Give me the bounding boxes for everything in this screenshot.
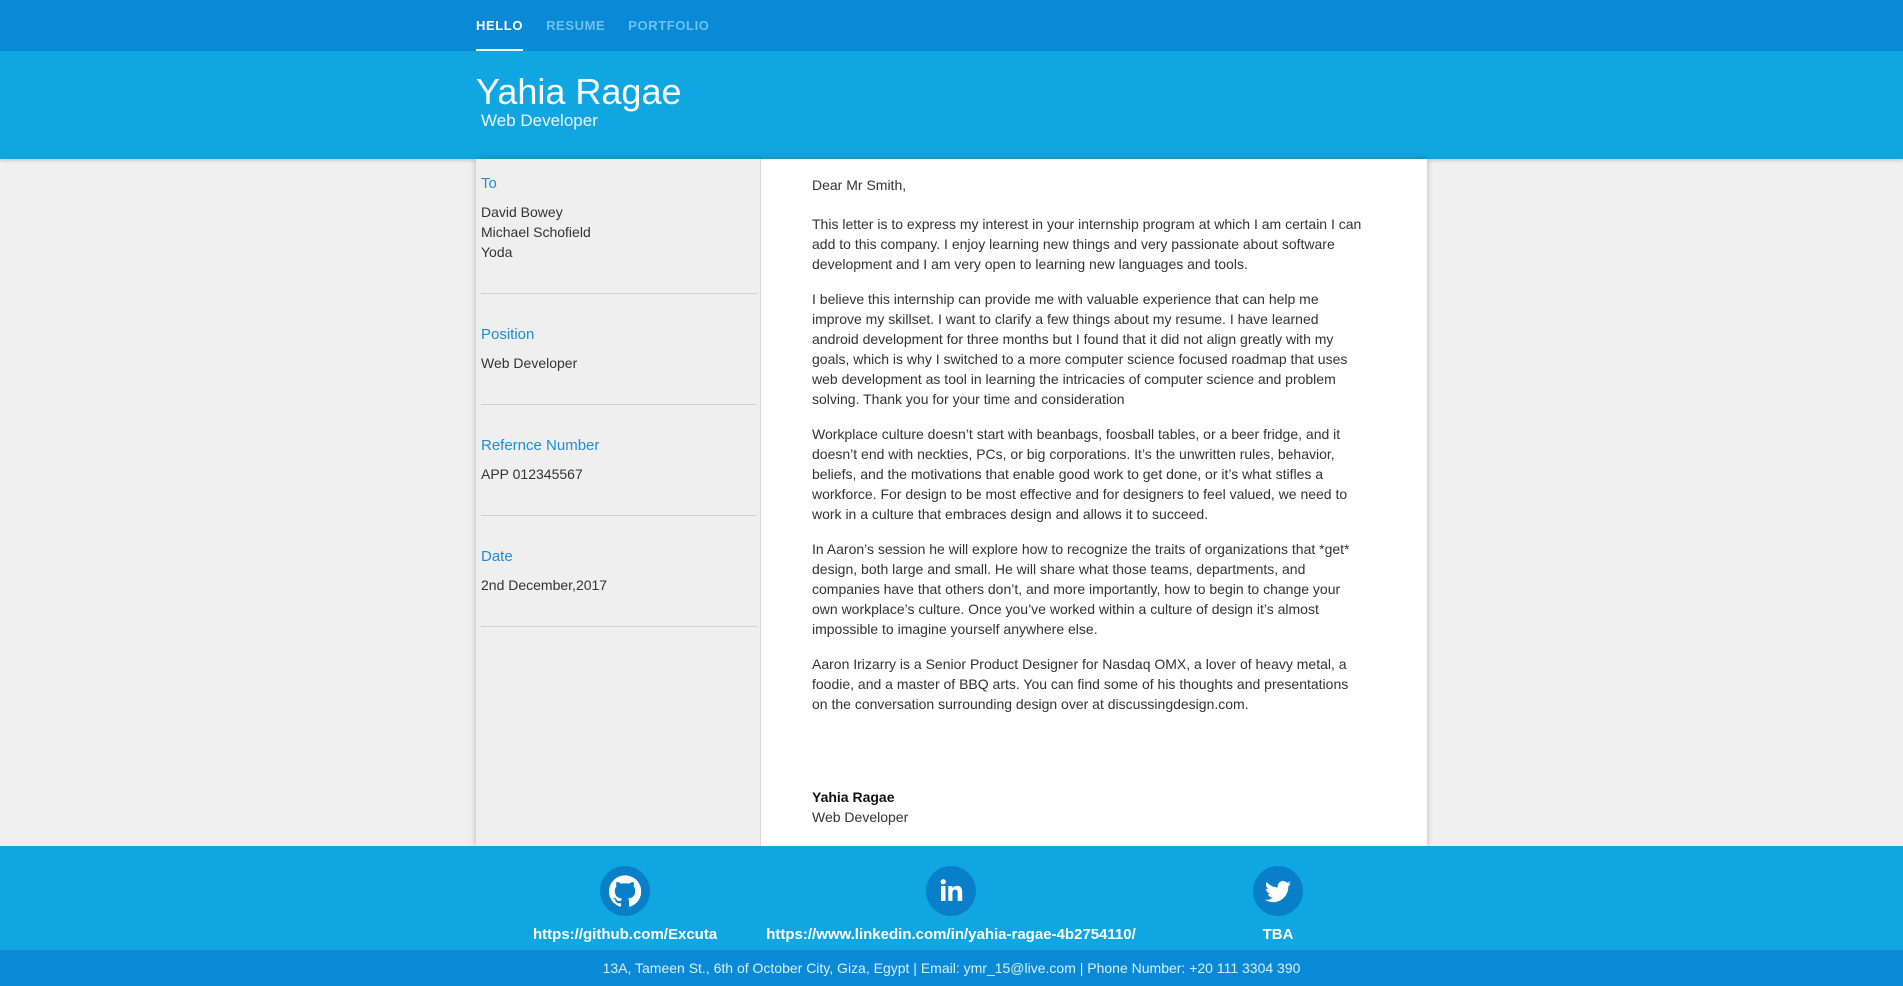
reference-value: APP 012345567 xyxy=(481,466,583,482)
letter-paragraph: I believe this internship can provide me… xyxy=(812,291,1348,407)
letter-body: Dear Mr Smith, This letter is to express… xyxy=(812,175,1364,729)
reference-section: Refernce Number APP 012345567 xyxy=(481,437,757,516)
recipient-item: Michael Schofield xyxy=(481,224,591,240)
nav-hello-tab[interactable]: HELLO xyxy=(476,0,524,51)
date-value: 2nd December,2017 xyxy=(481,577,608,593)
letter-greeting: Dear Mr Smith, xyxy=(812,177,907,193)
letter-details-sidebar: To David Bowey Michael Schofield Yoda Po… xyxy=(476,159,761,846)
to-label: To xyxy=(481,175,497,192)
profile-header: Yahia Ragae Web Developer xyxy=(0,51,1903,159)
twitter-link[interactable]: TBA xyxy=(1228,926,1328,943)
position-section: Position Web Developer xyxy=(481,326,757,405)
date-section: Date 2nd December,2017 xyxy=(481,548,757,627)
letter-paragraph: In Aaron’s session he will explore how t… xyxy=(812,541,1350,637)
reference-label: Refernce Number xyxy=(481,437,600,454)
contact-bar: 13A, Tameen St., 6th of October City, Gi… xyxy=(0,950,1903,986)
letter-paragraph: Workplace culture doesn’t start with bea… xyxy=(812,426,1348,522)
recipients-section: To David Bowey Michael Schofield Yoda xyxy=(481,175,757,294)
cover-letter-card: To David Bowey Michael Schofield Yoda Po… xyxy=(476,159,1427,846)
linkedin-social: https://www.linkedin.com/in/yahia-ragae-… xyxy=(761,866,1141,943)
nav-resume-tab[interactable]: RESUME xyxy=(546,0,605,51)
nav-menu: HELLO RESUME PORTFOLIO xyxy=(476,0,733,51)
github-icon[interactable] xyxy=(600,866,650,916)
github-link[interactable]: https://github.com/Excuta xyxy=(533,926,717,943)
linkedin-icon[interactable] xyxy=(926,866,976,916)
twitter-icon[interactable] xyxy=(1253,866,1303,916)
profile-name: Yahia Ragae xyxy=(476,71,682,112)
position-label: Position xyxy=(481,326,535,343)
date-label: Date xyxy=(481,548,513,565)
social-footer: https://github.com/Excuta https://www.li… xyxy=(0,846,1903,950)
position-value: Web Developer xyxy=(481,355,578,371)
recipient-item: David Bowey xyxy=(481,204,563,220)
linkedin-link[interactable]: https://www.linkedin.com/in/yahia-ragae-… xyxy=(761,926,1141,943)
signature-title: Web Developer xyxy=(812,809,909,825)
profile-title: Web Developer xyxy=(481,111,598,130)
letter-paragraph: Aaron Irizarry is a Senior Product Desig… xyxy=(812,656,1349,712)
nav-portfolio-tab[interactable]: PORTFOLIO xyxy=(628,0,709,51)
recipient-item: Yoda xyxy=(481,244,513,260)
signature-name: Yahia Ragae xyxy=(812,789,895,805)
letter-paragraph: This letter is to express my interest in… xyxy=(812,216,1362,272)
github-social: https://github.com/Excuta xyxy=(533,866,717,943)
twitter-social: TBA xyxy=(1228,866,1328,943)
top-navigation-bar: HELLO RESUME PORTFOLIO xyxy=(0,0,1903,51)
